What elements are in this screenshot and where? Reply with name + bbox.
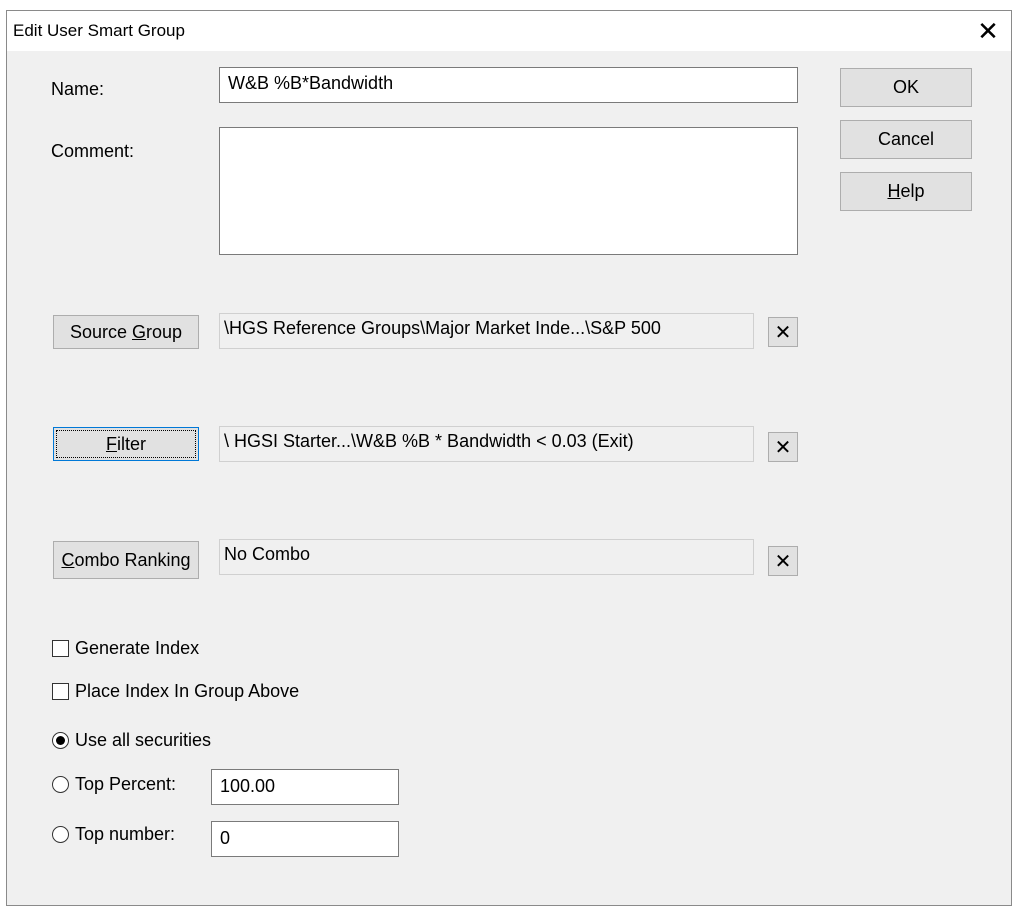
filter-hotkey: F (105, 433, 117, 454)
top-percent-option[interactable]: Top Percent: (52, 774, 176, 795)
close-icon[interactable]: ✕ (965, 11, 1011, 51)
help-hotkey: H (887, 181, 901, 201)
filter-label-post: ilter (116, 433, 146, 454)
top-number-input[interactable]: 0 (211, 821, 399, 857)
source-group-hotkey: G (132, 321, 147, 342)
source-group-button[interactable]: Source Group (53, 315, 199, 349)
source-group-value: \HGS Reference Groups\Major Market Inde.… (219, 313, 754, 349)
use-all-securities-option[interactable]: Use all securities (52, 730, 211, 751)
name-input[interactable]: W&B %B*Bandwidth (219, 67, 798, 103)
name-label: Name: (51, 79, 105, 99)
top-percent-label: Top Percent: (75, 774, 177, 794)
generate-index-option[interactable]: Generate Index (52, 638, 199, 659)
ok-button[interactable]: OK (840, 68, 972, 107)
top-number-option[interactable]: Top number: (52, 824, 175, 845)
top-number-radio[interactable] (52, 826, 69, 843)
filter-value: \ HGSI Starter...\W&B %B * Bandwidth < 0… (219, 426, 754, 462)
clear-source-group-icon[interactable]: ✕ (768, 317, 798, 347)
use-all-securities-label: Use all securities (75, 730, 212, 750)
top-percent-radio[interactable] (52, 776, 69, 793)
source-group-label-pre: Source (69, 321, 132, 342)
help-button[interactable]: Help (840, 172, 972, 211)
combo-ranking-button[interactable]: Combo Ranking (53, 541, 199, 579)
window-title: Edit User Smart Group (13, 21, 185, 40)
top-number-label: Top number: (75, 824, 176, 844)
combo-hotkey: C (61, 549, 75, 570)
edit-smart-group-dialog: Edit User Smart Group ✕ Name: W&B %B*Ban… (6, 10, 1012, 906)
comment-label: Comment: (51, 141, 135, 161)
title-bar: Edit User Smart Group ✕ (7, 11, 1011, 51)
generate-index-label: Generate Index (75, 638, 200, 658)
source-group-label-post: roup (146, 321, 183, 342)
combo-ranking-value: No Combo (219, 539, 754, 575)
top-percent-input[interactable]: 100.00 (211, 769, 399, 805)
combo-label-post: ombo Ranking (74, 549, 191, 570)
generate-index-checkbox[interactable] (52, 640, 69, 657)
place-index-label: Place Index In Group Above (75, 681, 300, 701)
use-all-securities-radio[interactable] (52, 732, 69, 749)
cancel-button[interactable]: Cancel (840, 120, 972, 159)
place-index-option[interactable]: Place Index In Group Above (52, 681, 299, 702)
place-index-checkbox[interactable] (52, 683, 69, 700)
clear-filter-icon[interactable]: ✕ (768, 432, 798, 462)
clear-combo-ranking-icon[interactable]: ✕ (768, 546, 798, 576)
filter-button[interactable]: Filter (53, 427, 199, 461)
comment-textarea[interactable] (219, 127, 798, 255)
help-label-rest: elp (900, 181, 925, 201)
